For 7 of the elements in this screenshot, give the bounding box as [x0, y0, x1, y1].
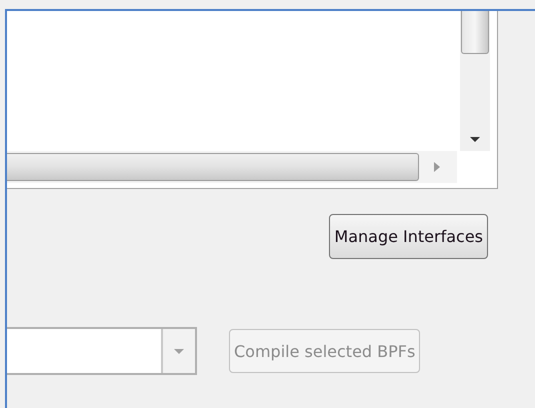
right-arrow-icon[interactable]	[433, 161, 441, 173]
dropdown-field[interactable]	[7, 327, 197, 375]
vertical-scrollbar[interactable]	[460, 11, 490, 151]
horizontal-scrollbar[interactable]	[7, 151, 457, 183]
caret-icon	[173, 348, 185, 354]
down-arrow-icon[interactable]	[469, 135, 481, 143]
manage-interfaces-button[interactable]: Manage Interfaces	[329, 214, 488, 259]
